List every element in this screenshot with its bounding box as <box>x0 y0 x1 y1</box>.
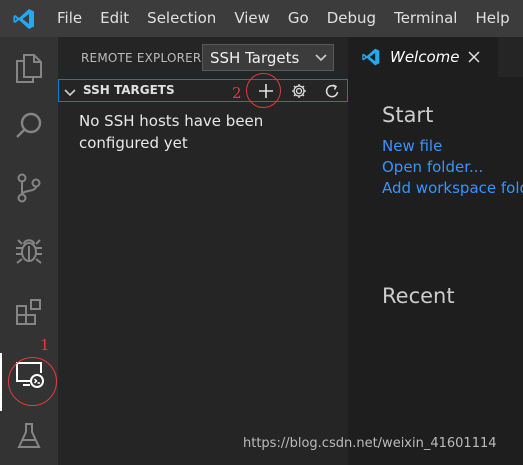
menu-selection[interactable]: Selection <box>138 0 225 37</box>
chevron-down-icon <box>309 53 333 62</box>
open-folder-link[interactable]: Open folder... <box>382 158 483 176</box>
recent-heading: Recent <box>382 284 455 308</box>
section-title: SSH TARGETS <box>83 83 175 97</box>
vscode-logo-icon <box>0 0 48 37</box>
empty-state-message: No SSH hosts have been configured yet <box>79 112 264 152</box>
ssh-targets-dropdown[interactable]: SSH Targets <box>202 44 334 71</box>
ssh-targets-section-header[interactable]: SSH TARGETS <box>58 79 348 102</box>
menu-help[interactable]: Help <box>466 0 518 37</box>
sidebar-header: REMOTE EXPLORER SSH Targets <box>58 37 348 79</box>
menu-file[interactable]: File <box>48 0 91 37</box>
refresh-icon[interactable] <box>321 81 343 101</box>
tab-label: Welcome <box>390 48 460 66</box>
tab-welcome[interactable]: Welcome <box>348 37 498 77</box>
source-control-icon[interactable] <box>0 159 58 217</box>
add-workspace-folder-link[interactable]: Add workspace folder <box>382 179 523 197</box>
gear-icon[interactable] <box>288 81 310 101</box>
close-icon[interactable] <box>464 47 484 67</box>
annotation-circle-2 <box>246 73 281 108</box>
search-icon[interactable] <box>0 97 58 155</box>
explorer-icon[interactable] <box>0 39 58 97</box>
start-heading: Start <box>382 103 434 127</box>
vscode-logo-icon <box>360 46 382 68</box>
annotation-label-1: 1 <box>40 336 50 354</box>
remote-explorer-sidebar: REMOTE EXPLORER SSH Targets SSH TARGETS <box>58 37 348 465</box>
dropdown-value: SSH Targets <box>210 48 300 67</box>
test-icon[interactable] <box>0 407 58 465</box>
menu-view[interactable]: View <box>225 0 279 37</box>
menu-go[interactable]: Go <box>279 0 318 37</box>
annotation-circle-1 <box>8 357 57 406</box>
annotation-label-2: 2 <box>232 84 242 102</box>
menu-debug[interactable]: Debug <box>318 0 385 37</box>
sidebar-title: REMOTE EXPLORER <box>81 51 202 65</box>
new-file-link[interactable]: New file <box>382 137 442 155</box>
welcome-page: Start New file Open folder... Add worksp… <box>348 77 523 465</box>
menu-bar: File Edit Selection View Go Debug Termin… <box>48 0 519 37</box>
title-bar: File Edit Selection View Go Debug Termin… <box>0 0 523 37</box>
debug-icon[interactable] <box>0 221 58 279</box>
menu-terminal[interactable]: Terminal <box>385 0 466 37</box>
watermark: https://blog.csdn.net/weixin_41601114 <box>243 436 497 451</box>
menu-edit[interactable]: Edit <box>91 0 138 37</box>
extensions-icon[interactable] <box>0 283 58 341</box>
editor-tab-strip: Welcome <box>348 37 523 77</box>
chevron-down-icon <box>64 84 76 103</box>
